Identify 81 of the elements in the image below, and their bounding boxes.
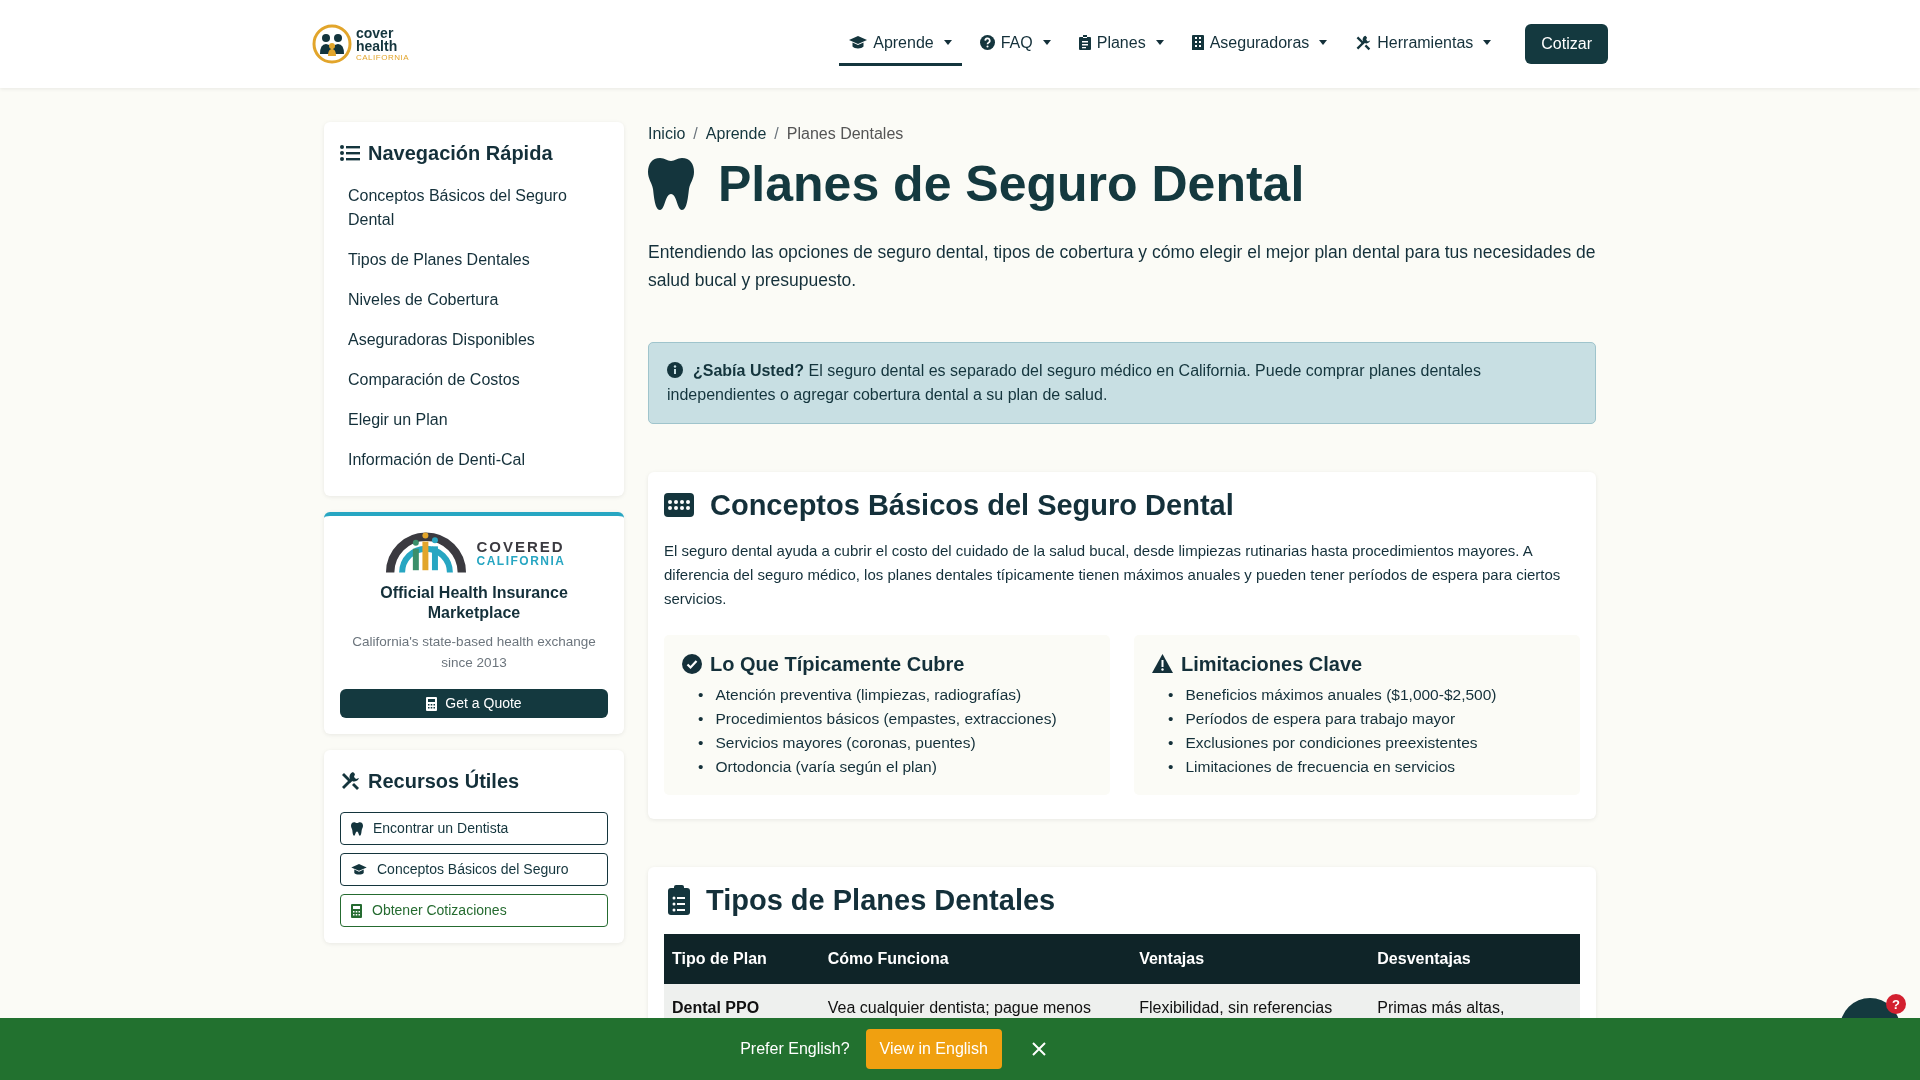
logo-text: cover bbox=[356, 26, 394, 41]
check-circle-icon bbox=[682, 653, 702, 674]
get-quote-button[interactable]: Get a Quote bbox=[340, 689, 608, 718]
family-logo-icon bbox=[312, 24, 352, 64]
graduation-cap-icon bbox=[849, 35, 868, 50]
quick-nav-link[interactable]: Elegir un Plan bbox=[348, 400, 600, 440]
quick-nav-title: Navegación Rápida bbox=[368, 141, 553, 166]
logo-text: health bbox=[356, 40, 399, 54]
breadcrumb-link[interactable]: Aprende bbox=[705, 122, 767, 146]
resource-link[interactable]: Conceptos Básicos del Seguro bbox=[340, 853, 608, 886]
bullet-marker: • bbox=[698, 684, 704, 705]
list-item: Limitaciones de frecuencia en servicios bbox=[1185, 756, 1456, 777]
nav-link[interactable]: FAQ bbox=[969, 22, 1061, 66]
calculator-icon bbox=[426, 696, 438, 711]
bullet-marker: • bbox=[1168, 756, 1174, 777]
bullet-marker: • bbox=[698, 732, 704, 753]
resource-link[interactable]: Obtener Cotizaciones bbox=[340, 894, 608, 927]
panel-title: Lo Que Típicamente Cubre bbox=[710, 651, 965, 677]
list-item: Períodos de espera para trabajo mayor bbox=[1185, 708, 1456, 729]
breadcrumb-separator: / bbox=[774, 124, 779, 144]
site-logo[interactable]: cover health CALIFORNIA bbox=[312, 24, 409, 64]
info-icon bbox=[667, 362, 683, 378]
clipboard-list-icon bbox=[668, 885, 690, 916]
intro-paragraph: Entendiendo las opciones de seguro dental, tipos de cobertura y cómo elegir el mejor plan dental para tus necesidades de salud bucal y presupuesto. bbox=[648, 241, 1596, 292]
breadcrumb-link[interactable]: Inicio bbox=[648, 122, 686, 146]
bullet-marker: • bbox=[1168, 684, 1174, 705]
resources-title: Recursos Útiles bbox=[368, 768, 520, 794]
nav-link[interactable]: Herramientas bbox=[1345, 22, 1502, 66]
column-header: Ventajas bbox=[1131, 933, 1370, 984]
tools-icon bbox=[1355, 34, 1372, 51]
bullet-marker: • bbox=[698, 756, 704, 777]
tooth-icon bbox=[648, 158, 694, 210]
quote-button[interactable]: Cotizar bbox=[1525, 24, 1608, 64]
language-prompt: Prefer English? bbox=[740, 1039, 850, 1059]
list-item: Atención preventiva (limpiezas, radiografías) bbox=[715, 684, 1022, 705]
column-header: Cómo Funciona bbox=[819, 933, 1132, 984]
list-item: Servicios mayores (coronas, puentes) bbox=[715, 732, 976, 753]
bullet-marker: • bbox=[1168, 732, 1174, 753]
notification-badge: ? bbox=[1886, 994, 1906, 1014]
list-item: Procedimientos básicos (empastes, extracciones) bbox=[715, 708, 1057, 729]
section-title: Conceptos Básicos del Seguro Dental bbox=[710, 488, 1234, 523]
graduation-cap-icon bbox=[351, 863, 367, 876]
quick-nav-link[interactable]: Información de Denti-Cal bbox=[348, 440, 600, 480]
marketplace-title: Official Health Insurance Marketplace bbox=[379, 583, 569, 623]
nav-link[interactable]: Aprende bbox=[839, 22, 962, 66]
bullet-marker: • bbox=[698, 708, 704, 729]
question-icon bbox=[979, 35, 995, 50]
breadcrumb-separator: / bbox=[693, 124, 698, 144]
section-title: Tipos de Planes Dentales bbox=[706, 882, 1056, 918]
calculator-icon bbox=[351, 903, 362, 918]
clipboard-icon bbox=[1078, 35, 1091, 50]
column-header: Desventajas bbox=[1369, 933, 1580, 984]
list-item: Exclusiones por condiciones preexistentes bbox=[1185, 732, 1478, 753]
quick-nav-link[interactable]: Comparación de Costos bbox=[348, 360, 600, 400]
teeth-icon bbox=[664, 493, 694, 518]
column-header: Tipo de Plan bbox=[664, 933, 820, 984]
resource-link[interactable]: Encontrar un Dentista bbox=[340, 812, 608, 845]
building-icon bbox=[1191, 35, 1204, 50]
nav-link[interactable]: Planes bbox=[1068, 22, 1174, 66]
nav-link[interactable]: Aseguradoras bbox=[1181, 22, 1338, 66]
list-item: Beneficios máximos anuales ($1,000-$2,500) bbox=[1185, 684, 1497, 705]
list-item: Ortodoncia (varía según el plan) bbox=[715, 756, 937, 777]
page-title: Planes de Seguro Dental bbox=[718, 155, 1305, 214]
warning-icon bbox=[1152, 654, 1173, 674]
logo-subtext: CALIFORNIA bbox=[356, 53, 409, 62]
breadcrumb-current: Planes Dentales bbox=[786, 124, 904, 144]
quick-nav-link[interactable]: Aseguradoras Disponibles bbox=[348, 320, 600, 360]
tooth-icon bbox=[351, 821, 363, 836]
close-icon bbox=[1031, 1042, 1046, 1056]
logo-text: COVERED bbox=[476, 538, 566, 556]
panel-title: Limitaciones Clave bbox=[1181, 651, 1363, 677]
logo-text: CALIFORNIA bbox=[476, 555, 566, 569]
section-paragraph: El seguro dental ayuda a cubrir el costo del cuidado de la salud bucal, desde limpiezas rutinarias hasta procedimientos mayores. A diferencia del seguro médico, los planes dentales típicamente tienen máximos anuales y pueden tener períodos de espera para ciertos servicios. bbox=[664, 540, 1562, 609]
marketplace-description: California's state-based health exchange since 2013 bbox=[351, 633, 597, 672]
quick-nav-link[interactable]: Niveles de Cobertura bbox=[348, 280, 600, 320]
list-icon bbox=[340, 144, 360, 162]
quick-nav-link[interactable]: Tipos de Planes Dentales bbox=[348, 240, 600, 280]
tools-icon bbox=[340, 771, 360, 791]
bullet-marker: • bbox=[1168, 708, 1174, 729]
quick-nav-link[interactable]: Conceptos Básicos del Seguro Dental bbox=[348, 176, 600, 240]
alert-text: ¿Sabía Usted? El seguro dental es separado del seguro médico en California. Puede comprar planes dentales independientes o agregar cobertura dental a su plan de salud. bbox=[667, 361, 1482, 405]
